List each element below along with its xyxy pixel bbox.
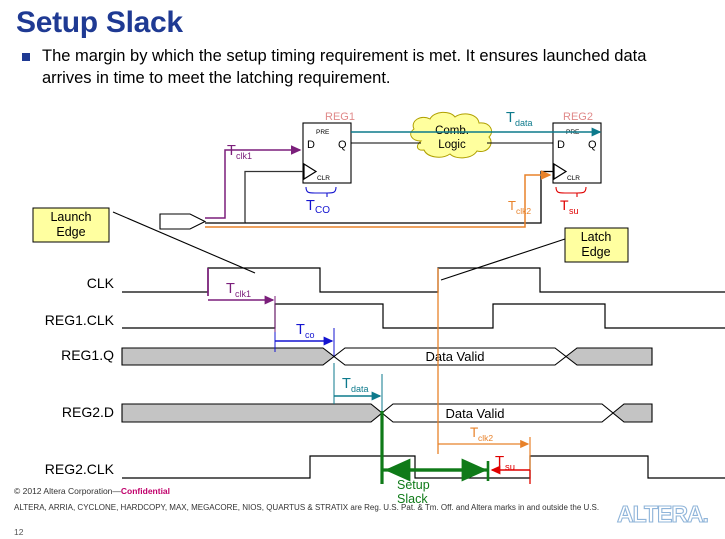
svg-text:T: T: [342, 376, 351, 392]
latch-edge-line1: Latch: [581, 230, 612, 244]
cloud-line1: Comb.: [435, 125, 469, 137]
reg2-label: REG2: [563, 111, 593, 123]
svg-text:data: data: [515, 118, 533, 128]
reg2-clr-label: CLR: [567, 175, 580, 182]
tclk1-label-wave: T clk1: [226, 281, 251, 299]
footer-copyright-prefix: © 2012 Altera Corporation—: [14, 486, 121, 496]
svg-text:CO: CO: [315, 205, 330, 216]
tsu-brace: [555, 186, 587, 197]
svg-text:clk2: clk2: [478, 433, 493, 443]
svg-text:clk1: clk1: [236, 151, 252, 161]
waveform-reg2clk: [122, 455, 725, 479]
reg1-clr-label: CLR: [317, 175, 330, 182]
launch-edge-line1: Launch: [50, 210, 91, 224]
svg-text:T: T: [227, 143, 236, 159]
tdata-label-schematic: T data: [506, 110, 533, 128]
wave-label-reg1clk: REG1.CLK: [45, 312, 115, 328]
svg-text:clk1: clk1: [235, 289, 251, 299]
svg-text:T: T: [560, 197, 569, 213]
footer-page-number: 12: [14, 527, 24, 537]
clock-branch-reg2: [245, 170, 553, 224]
reg2-q-label: Q: [588, 139, 597, 151]
latch-edge-leader-line: [440, 237, 569, 281]
svg-text:T: T: [495, 453, 504, 470]
svg-text:su: su: [569, 206, 579, 216]
waveform-reg1clk: [122, 303, 725, 329]
footer-copyright: © 2012 Altera Corporation—Confidential: [14, 486, 170, 496]
svg-text:T: T: [506, 110, 515, 126]
slide-root: Setup Slack The margin by which the setu…: [0, 0, 725, 539]
reg1-pre-label: PRE: [316, 129, 330, 136]
svg-text:T: T: [470, 425, 478, 440]
svg-text:T: T: [226, 281, 235, 297]
wave-label-reg2d: REG2.D: [62, 404, 114, 420]
clock-source-symbol: [159, 213, 207, 230]
waveform-clk: [122, 267, 725, 293]
reg1q-invalid-left: [121, 347, 335, 366]
svg-text:T: T: [508, 198, 516, 213]
tco-label-schematic: T CO: [306, 198, 330, 216]
wave-label-reg2clk: REG2.CLK: [45, 461, 115, 477]
tsu-label-schematic: T su: [560, 197, 579, 216]
tclk1-path-schematic: [205, 145, 302, 219]
svg-text:su: su: [505, 462, 515, 473]
tclk2-label-wave: T clk2: [470, 425, 493, 443]
reg1-d-label: D: [307, 139, 315, 151]
tdata-label-wave: T data: [342, 376, 369, 394]
reg1q-invalid-right: [565, 347, 653, 366]
altera-logo-text: ALTERA.: [617, 501, 708, 527]
latch-edge-line2: Edge: [581, 245, 610, 259]
reg2d-invalid-left: [121, 403, 383, 423]
tco-label-wave: T co: [296, 322, 315, 340]
footer-confidential: Confidential: [120, 486, 171, 496]
reg1-q-label: Q: [338, 139, 347, 151]
reg2-d-label: D: [557, 139, 565, 151]
launch-edge-line2: Edge: [56, 225, 85, 239]
reg1-label: REG1: [325, 111, 355, 123]
tclk1-label-schematic: T clk1: [227, 143, 252, 161]
svg-text:co: co: [305, 330, 315, 340]
reg2d-invalid-right: [612, 403, 653, 423]
waveform-reg2d: Data Valid: [121, 403, 653, 423]
svg-text:T: T: [306, 198, 315, 214]
reg2d-data-valid-text: Data Valid: [445, 406, 504, 421]
altera-logo: ALTERA.: [616, 500, 709, 527]
wave-label-reg1q: REG1.Q: [61, 347, 114, 363]
reg1q-data-valid-text: Data Valid: [425, 349, 484, 364]
clock-branch-reg1: [244, 170, 303, 223]
cloud-line2: Logic: [438, 139, 466, 151]
svg-text:data: data: [351, 384, 369, 394]
footer-legal: ALTERA, ARRIA, CYCLONE, HARDCOPY, MAX, M…: [14, 503, 600, 512]
setup-slack-diagram: REG1 PRE D Q CLR REG2 PRE D Q CLR Comb. …: [32, 110, 725, 506]
setup-slack-line1: Setup: [397, 478, 430, 492]
tclk2-path-schematic: [205, 170, 552, 228]
waveform-reg1q: Data Valid: [121, 347, 653, 366]
svg-text:T: T: [296, 322, 305, 338]
wave-label-clk: CLK: [87, 275, 115, 291]
tclk2-label-schematic: T clk2: [508, 198, 531, 216]
svg-text:clk2: clk2: [516, 206, 531, 216]
tco-brace: [305, 186, 337, 197]
